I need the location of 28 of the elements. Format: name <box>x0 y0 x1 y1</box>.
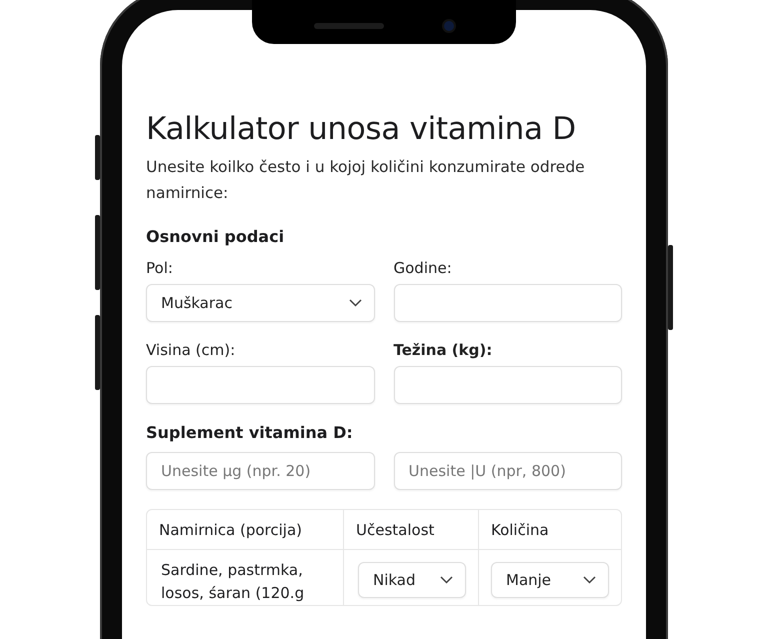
chevron-icon <box>440 576 453 584</box>
input-field[interactable] <box>394 366 622 404</box>
section-heading: Osnovni podaci <box>146 226 286 248</box>
select-value: Manje <box>506 570 552 590</box>
intro-text: Unesite koilko često i u kojoj količini konzumirate odrede namirnice: <box>146 157 586 204</box>
input-field[interactable]: Unesite |U (npr, 800) <box>394 452 622 490</box>
field-label: Visina (cm): <box>146 340 236 360</box>
field-label: Pol: <box>146 258 174 278</box>
field-label: Godine: <box>394 258 453 278</box>
gender-select[interactable]: Muškarac <box>146 284 374 322</box>
speaker-icon <box>314 23 384 29</box>
table-cell-text: Sardine, pastrmka, losos, śaran (120.g <box>160 560 306 604</box>
chevron-icon <box>583 576 596 584</box>
column-header: Količina <box>478 510 621 550</box>
section-heading: Suplement vitamina D: <box>146 422 354 444</box>
input-field[interactable] <box>394 284 622 322</box>
amount-select[interactable]: Manje <box>491 562 609 598</box>
select-value: Nikad <box>373 570 416 590</box>
page-title: Kalkulator unosa vitamina D <box>146 110 577 148</box>
frequency-select[interactable]: Nikad <box>358 562 466 598</box>
input-field[interactable]: Unesite µg (npr. 20) <box>146 452 374 490</box>
column-header: Učestalost <box>343 510 478 550</box>
camera-icon <box>444 21 454 31</box>
chevron-icon <box>348 299 362 307</box>
field-label: Težina (kg): <box>394 340 494 360</box>
column-header: Namirnica (porcija) <box>147 510 343 550</box>
input-field[interactable] <box>146 366 374 404</box>
select-value: Muškarac <box>161 294 232 312</box>
